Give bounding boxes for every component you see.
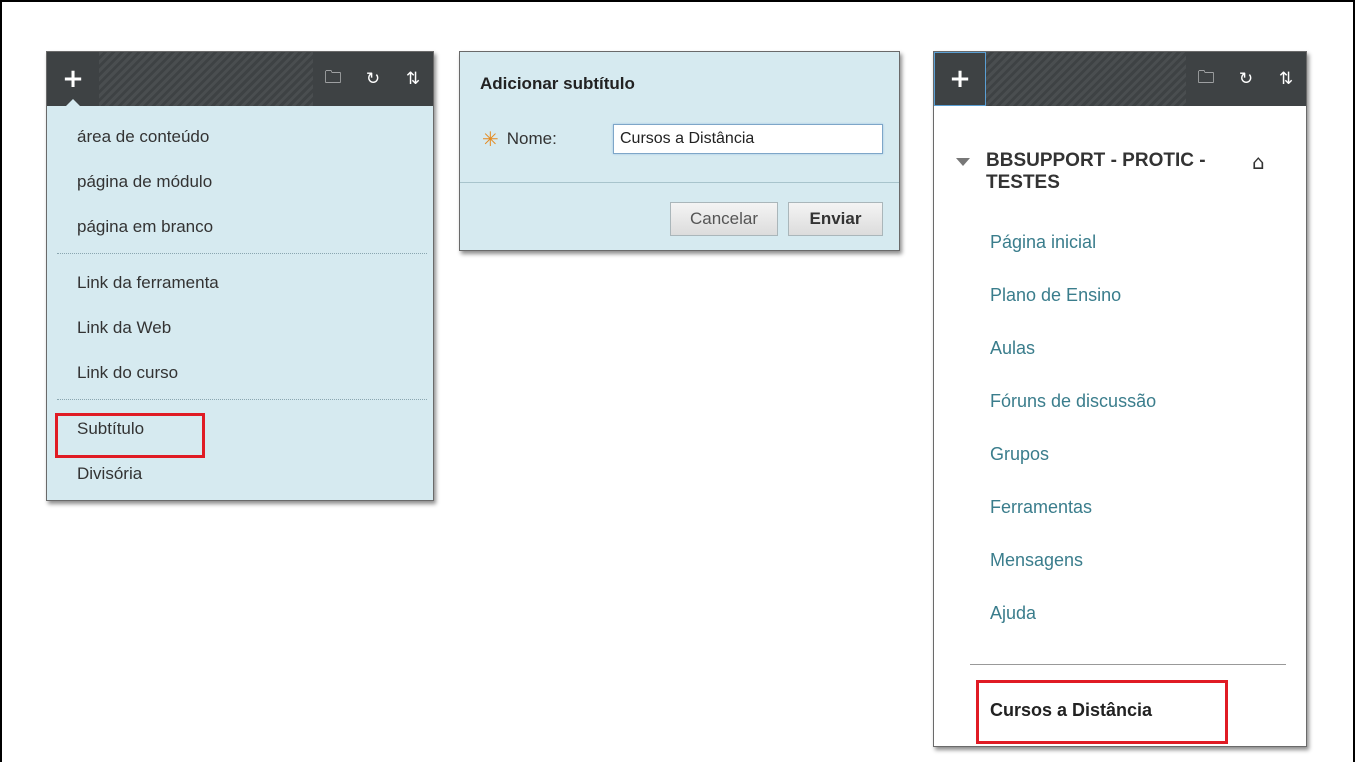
name-input[interactable]	[613, 124, 883, 154]
nav-divider	[970, 664, 1286, 665]
nav-item-tools[interactable]: Ferramentas	[990, 484, 1156, 537]
nav-item-classes[interactable]: Aulas	[990, 325, 1156, 378]
home-icon[interactable]: ⌂	[1252, 150, 1265, 194]
folder-icon[interactable]: 🗀	[1186, 52, 1226, 106]
menu-item-blank-page[interactable]: página em branco	[47, 204, 433, 249]
new-subtitle-highlight	[976, 680, 1228, 744]
dialog-title: Adicionar subtítulo	[480, 74, 635, 93]
subtitle-highlight	[55, 413, 205, 458]
course-menu-toolbar: + 🗀 ↻ ⇅	[934, 52, 1306, 106]
nav-item-groups[interactable]: Grupos	[990, 431, 1156, 484]
refresh-icon[interactable]: ↻	[353, 52, 393, 106]
collapse-caret-icon[interactable]	[956, 158, 970, 166]
add-subtitle-dialog: Adicionar subtítulo ✳ Nome: Cancelar Env…	[459, 51, 900, 251]
course-menu-toolbar: + 🗀 ↻ ⇅	[47, 52, 433, 107]
name-label: Nome:	[506, 129, 557, 148]
nav-item-forums[interactable]: Fóruns de discussão	[990, 378, 1156, 431]
course-header[interactable]: BBSUPPORT - PROTIC - TESTES ⌂	[956, 150, 1296, 194]
sort-icon[interactable]: ⇅	[1266, 52, 1306, 106]
nav-item-syllabus[interactable]: Plano de Ensino	[990, 272, 1156, 325]
required-icon: ✳	[482, 127, 499, 151]
nav-item-messages[interactable]: Mensagens	[990, 537, 1156, 590]
menu-item-tool-link[interactable]: Link da ferramenta	[47, 260, 433, 305]
menu-item-course-link[interactable]: Link do curso	[47, 350, 433, 395]
menu-separator	[57, 253, 427, 254]
dialog-divider	[460, 182, 899, 183]
sort-icon[interactable]: ⇅	[393, 52, 433, 106]
toolbar-hatch	[99, 52, 313, 106]
plus-icon[interactable]: +	[934, 52, 986, 106]
nav-item-help[interactable]: Ajuda	[990, 590, 1156, 643]
refresh-icon[interactable]: ↻	[1226, 52, 1266, 106]
menu-item-module-page[interactable]: página de módulo	[47, 159, 433, 204]
cancel-button[interactable]: Cancelar	[670, 202, 778, 236]
add-menu-panel: + 🗀 ↻ ⇅ área de conteúdo página de módul…	[46, 51, 434, 501]
folder-icon[interactable]: 🗀	[313, 52, 353, 106]
menu-separator	[57, 399, 427, 400]
plus-icon[interactable]: +	[47, 52, 99, 107]
nav-item-home-page[interactable]: Página inicial	[990, 219, 1156, 272]
course-name: BBSUPPORT - PROTIC - TESTES	[986, 150, 1206, 193]
name-field-row: ✳ Nome:	[482, 122, 557, 156]
toolbar-hatch	[986, 52, 1186, 106]
menu-item-content-area[interactable]: área de conteúdo	[47, 114, 433, 159]
course-menu-panel: + 🗀 ↻ ⇅ BBSUPPORT - PROTIC - TESTES ⌂ Pá…	[933, 51, 1307, 747]
submit-button[interactable]: Enviar	[788, 202, 883, 236]
menu-item-web-link[interactable]: Link da Web	[47, 305, 433, 350]
menu-pointer	[65, 99, 81, 107]
course-nav: Página inicial Plano de Ensino Aulas Fór…	[990, 219, 1156, 643]
